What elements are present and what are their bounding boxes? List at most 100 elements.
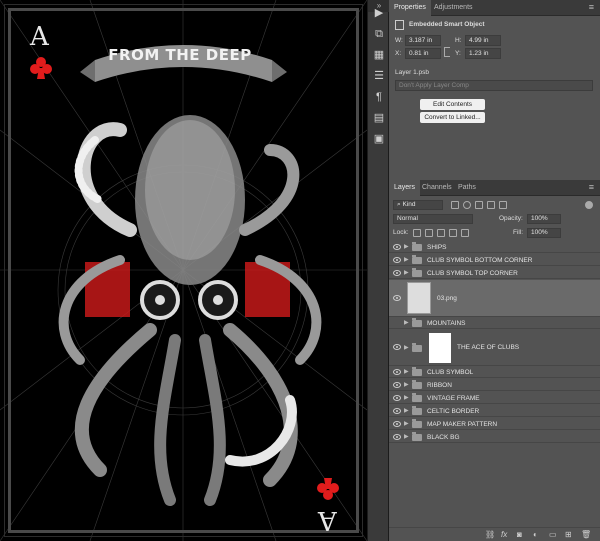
notes-icon[interactable]: ▣ bbox=[371, 131, 387, 147]
folder-icon[interactable]: ▭ bbox=[549, 530, 557, 539]
opacity-field[interactable]: 100% bbox=[527, 214, 561, 224]
ribbon-text: FROM THE DEEP bbox=[108, 46, 252, 64]
filter-adjustment-icon[interactable] bbox=[463, 201, 471, 209]
visibility-eye-icon[interactable] bbox=[393, 270, 401, 276]
visibility-eye-icon[interactable] bbox=[393, 434, 401, 440]
panel-menu-icon[interactable]: ≡ bbox=[589, 182, 594, 192]
adjustment-icon[interactable]: ◐ bbox=[533, 530, 538, 539]
layer-name: BLACK BG bbox=[427, 434, 460, 441]
smart-object-filename: Layer 1.psb bbox=[395, 69, 429, 76]
layer-name: MOUNTAINS bbox=[427, 320, 466, 327]
layer-name: THE ACE OF CLUBS bbox=[457, 344, 520, 351]
chevron-right-icon[interactable]: ▶ bbox=[404, 406, 409, 417]
chevron-right-icon[interactable]: ▶ bbox=[404, 268, 409, 279]
width-field[interactable]: 3.187 in bbox=[405, 35, 441, 46]
layer-name: CLUB SYMBOL BOTTOM CORNER bbox=[427, 257, 533, 264]
info-icon[interactable]: ▤ bbox=[371, 110, 387, 126]
chevron-right-icon[interactable]: ▶ bbox=[404, 343, 409, 354]
link-dimensions-icon[interactable] bbox=[444, 47, 450, 57]
filter-pixel-icon[interactable] bbox=[451, 201, 459, 209]
h-label: H: bbox=[455, 37, 462, 44]
layer-name: CLUB SYMBOL bbox=[427, 369, 474, 376]
layer-row[interactable]: ▶ RIBBON bbox=[389, 380, 600, 391]
filter-type-icon[interactable] bbox=[475, 201, 483, 209]
filter-smart-object-icon[interactable] bbox=[499, 201, 507, 209]
visibility-eye-icon[interactable] bbox=[393, 295, 401, 301]
filter-kind-select[interactable]: ⌕ Kind bbox=[393, 200, 443, 210]
layers-tabbar: Layers Channels Paths ≡ bbox=[389, 180, 600, 196]
visibility-eye-icon[interactable] bbox=[393, 257, 401, 263]
layer-row[interactable]: ▶ MAP MAKER PATTERN bbox=[389, 419, 600, 430]
convert-to-linked-button[interactable]: Convert to Linked... bbox=[420, 112, 485, 123]
x-field[interactable]: 0.81 in bbox=[405, 48, 441, 59]
layer-row[interactable]: ▶ MOUNTAINS bbox=[389, 318, 600, 329]
rank-bottom-right: A bbox=[318, 505, 337, 535]
fx-icon[interactable]: fx bbox=[501, 530, 507, 539]
panel-menu-icon[interactable]: ≡ bbox=[589, 2, 594, 12]
play-icon[interactable]: ▶ bbox=[371, 5, 387, 21]
properties-tabbar: Properties Adjustments ≡ bbox=[389, 0, 600, 16]
trash-icon[interactable]: 🗑 bbox=[581, 530, 591, 539]
layer-row[interactable]: ▶ CLUB SYMBOL BOTTOM CORNER bbox=[389, 255, 600, 266]
chevron-right-icon[interactable]: ▶ bbox=[404, 255, 409, 266]
tab-paths[interactable]: Paths bbox=[453, 180, 481, 196]
opacity-label: Opacity: bbox=[499, 215, 523, 222]
layer-row[interactable]: ▶ SHIPS bbox=[389, 242, 600, 253]
visibility-eye-icon[interactable] bbox=[393, 382, 401, 388]
folder-icon bbox=[412, 268, 422, 277]
visibility-eye-icon[interactable] bbox=[393, 421, 401, 427]
mask-icon[interactable]: ◙ bbox=[517, 530, 522, 539]
paragraph-icon[interactable]: ¶ bbox=[371, 89, 387, 105]
layer-row[interactable]: ▶ CELTIC BORDER bbox=[389, 406, 600, 417]
visibility-eye-icon[interactable] bbox=[393, 369, 401, 375]
visibility-eye-icon[interactable] bbox=[393, 344, 401, 350]
chevron-right-icon[interactable]: ▶ bbox=[404, 367, 409, 378]
chevron-right-icon[interactable]: ▶ bbox=[404, 432, 409, 443]
lock-pixels-icon[interactable] bbox=[425, 229, 433, 237]
tab-channels[interactable]: Channels bbox=[417, 180, 457, 196]
chevron-right-icon[interactable]: ▶ bbox=[404, 419, 409, 430]
document-canvas[interactable]: A A FROM THE DEEP bbox=[0, 0, 367, 541]
layer-name: CLUB SYMBOL TOP CORNER bbox=[427, 270, 518, 277]
edit-contents-button[interactable]: Edit Contents bbox=[420, 99, 485, 110]
height-field[interactable]: 4.99 in bbox=[465, 35, 501, 46]
filter-toggle-icon[interactable] bbox=[585, 201, 593, 209]
layer-row[interactable]: ▶ CLUB SYMBOL TOP CORNER bbox=[389, 268, 600, 279]
y-field[interactable]: 1.23 in bbox=[465, 48, 501, 59]
lock-position-icon[interactable] bbox=[437, 229, 445, 237]
chevron-right-icon[interactable]: ▶ bbox=[404, 242, 409, 253]
visibility-eye-icon[interactable] bbox=[393, 395, 401, 401]
layer-comp-select[interactable]: Don't Apply Layer Comp bbox=[395, 80, 593, 91]
lock-transparent-icon[interactable] bbox=[413, 229, 421, 237]
layer-name: RIBBON bbox=[427, 382, 452, 389]
layer-row[interactable]: ▶ VINTAGE FRAME bbox=[389, 393, 600, 404]
link-icon[interactable]: ⛓ bbox=[485, 530, 495, 539]
lock-artboard-icon[interactable] bbox=[449, 229, 457, 237]
lock-label: Lock: bbox=[393, 229, 409, 236]
visibility-eye-icon[interactable] bbox=[393, 244, 401, 250]
properties-icon[interactable]: ▦ bbox=[371, 47, 387, 63]
layer-row[interactable]: ▶ THE ACE OF CLUBS bbox=[389, 330, 600, 366]
chevron-right-icon[interactable]: ▶ bbox=[404, 318, 409, 329]
rank-top-left: A bbox=[30, 22, 49, 52]
new-layer-icon[interactable]: ⊞ bbox=[565, 530, 572, 539]
visibility-eye-icon[interactable] bbox=[393, 408, 401, 414]
layer-row[interactable]: ▶ CLUB SYMBOL bbox=[389, 367, 600, 378]
filter-shape-icon[interactable] bbox=[487, 201, 495, 209]
lock-all-icon[interactable] bbox=[461, 229, 469, 237]
tab-adjustments[interactable]: Adjustments bbox=[429, 0, 478, 16]
folder-icon bbox=[412, 393, 422, 402]
layer-comps-icon[interactable]: ⧉ bbox=[371, 26, 387, 42]
tab-layers[interactable]: Layers bbox=[389, 180, 421, 196]
adjustments-icon[interactable]: ☰ bbox=[371, 68, 387, 84]
layer-row-selected[interactable]: 03.png bbox=[389, 280, 600, 317]
layer-row[interactable]: ▶ BLACK BG bbox=[389, 432, 600, 443]
chevron-right-icon[interactable]: ▶ bbox=[404, 393, 409, 404]
y-label: Y: bbox=[455, 50, 461, 57]
tab-properties[interactable]: Properties bbox=[389, 0, 431, 16]
fill-field[interactable]: 100% bbox=[527, 228, 561, 238]
club-icon bbox=[30, 57, 52, 79]
panel-icon-strip: » ▶ ⧉ ▦ ☰ ¶ ▤ ▣ bbox=[367, 0, 390, 541]
blend-mode-select[interactable]: Normal bbox=[393, 214, 473, 224]
chevron-right-icon[interactable]: ▶ bbox=[404, 380, 409, 391]
